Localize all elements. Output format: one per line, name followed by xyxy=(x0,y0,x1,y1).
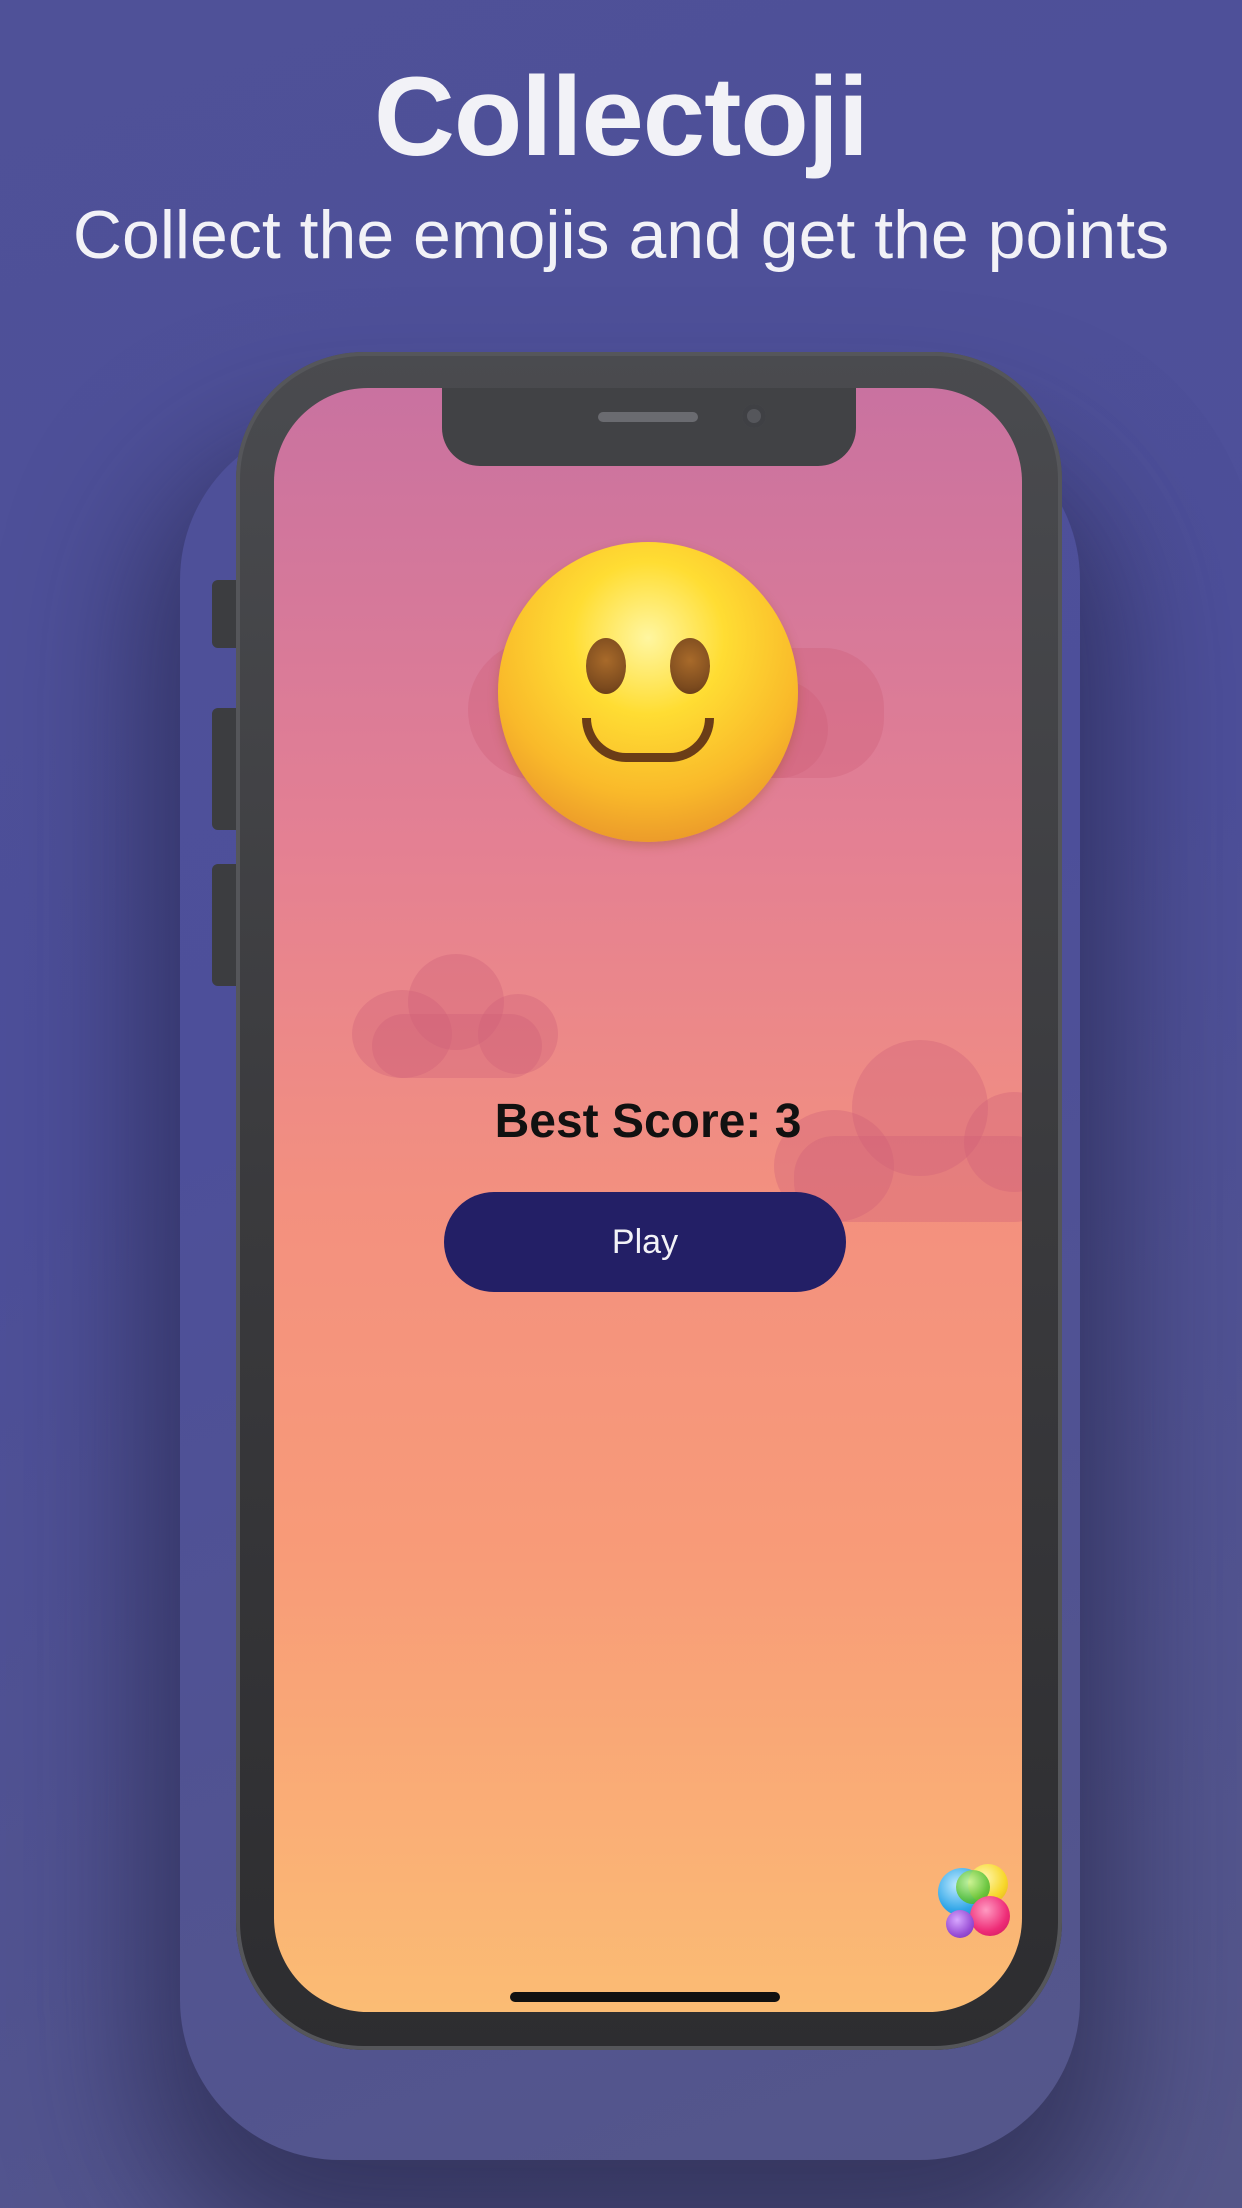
app-subtitle: Collect the emojis and get the points xyxy=(72,197,1170,273)
emoji-left-eye xyxy=(586,638,626,694)
game-screen: Best Score: 3 Play xyxy=(274,388,1022,2012)
notch xyxy=(442,388,856,466)
home-indicator[interactable] xyxy=(510,1992,780,2002)
emoji-right-eye xyxy=(670,638,710,694)
app-title: Collectoji xyxy=(373,54,869,179)
gc-bubble-purple xyxy=(946,1910,974,1938)
speaker-grille xyxy=(598,412,698,422)
emoji-mouth xyxy=(582,718,714,762)
slightly-smiling-face-icon[interactable] xyxy=(498,542,798,842)
gc-bubble-pink xyxy=(970,1896,1010,1936)
front-camera xyxy=(742,404,766,428)
volume-down-button xyxy=(212,864,238,986)
play-button[interactable]: Play xyxy=(444,1192,846,1292)
best-score-label: Best Score: 3 xyxy=(494,1095,802,1148)
volume-up-button xyxy=(212,708,238,830)
mute-switch xyxy=(212,580,238,648)
game-center-icon[interactable] xyxy=(934,1864,1010,1940)
